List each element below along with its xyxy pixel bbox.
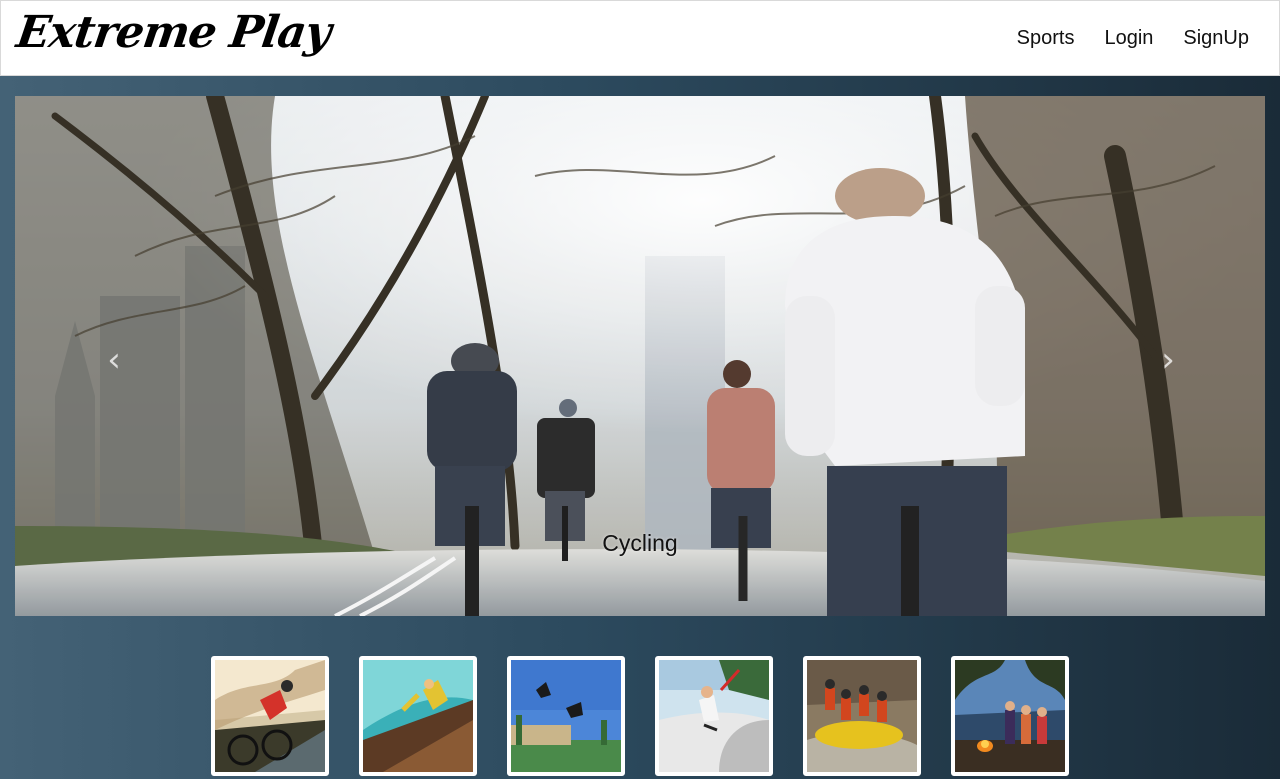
carousel-next-button[interactable]: › <box>1153 340 1183 380</box>
thumbnail-road-cycling[interactable] <box>211 656 329 776</box>
chevron-right-icon: › <box>1161 340 1175 380</box>
thumbnail-camping[interactable] <box>951 656 1069 776</box>
carousel-caption: Cycling <box>602 530 678 556</box>
brand-logo[interactable]: Extreme Play <box>13 7 333 58</box>
nav-link-signup[interactable]: SignUp <box>1183 27 1249 50</box>
nav-link-login[interactable]: Login <box>1104 27 1153 50</box>
thumbnail-strip <box>211 656 1069 776</box>
navbar: Extreme Play Sports Login SignUp <box>0 0 1280 76</box>
thumbnail-parkour[interactable] <box>507 656 625 776</box>
hero-carousel: ‹ › Cycling <box>15 96 1265 616</box>
thumbnail-rafting[interactable] <box>803 656 921 776</box>
chevron-left-icon: ‹ <box>107 340 121 380</box>
carousel-prev-button[interactable]: ‹ <box>99 340 129 380</box>
thumbnail-skateboard[interactable] <box>359 656 477 776</box>
thumbnail-skatepark[interactable] <box>655 656 773 776</box>
nav-links: Sports Login SignUp <box>1017 27 1249 50</box>
nav-link-sports[interactable]: Sports <box>1017 27 1075 50</box>
